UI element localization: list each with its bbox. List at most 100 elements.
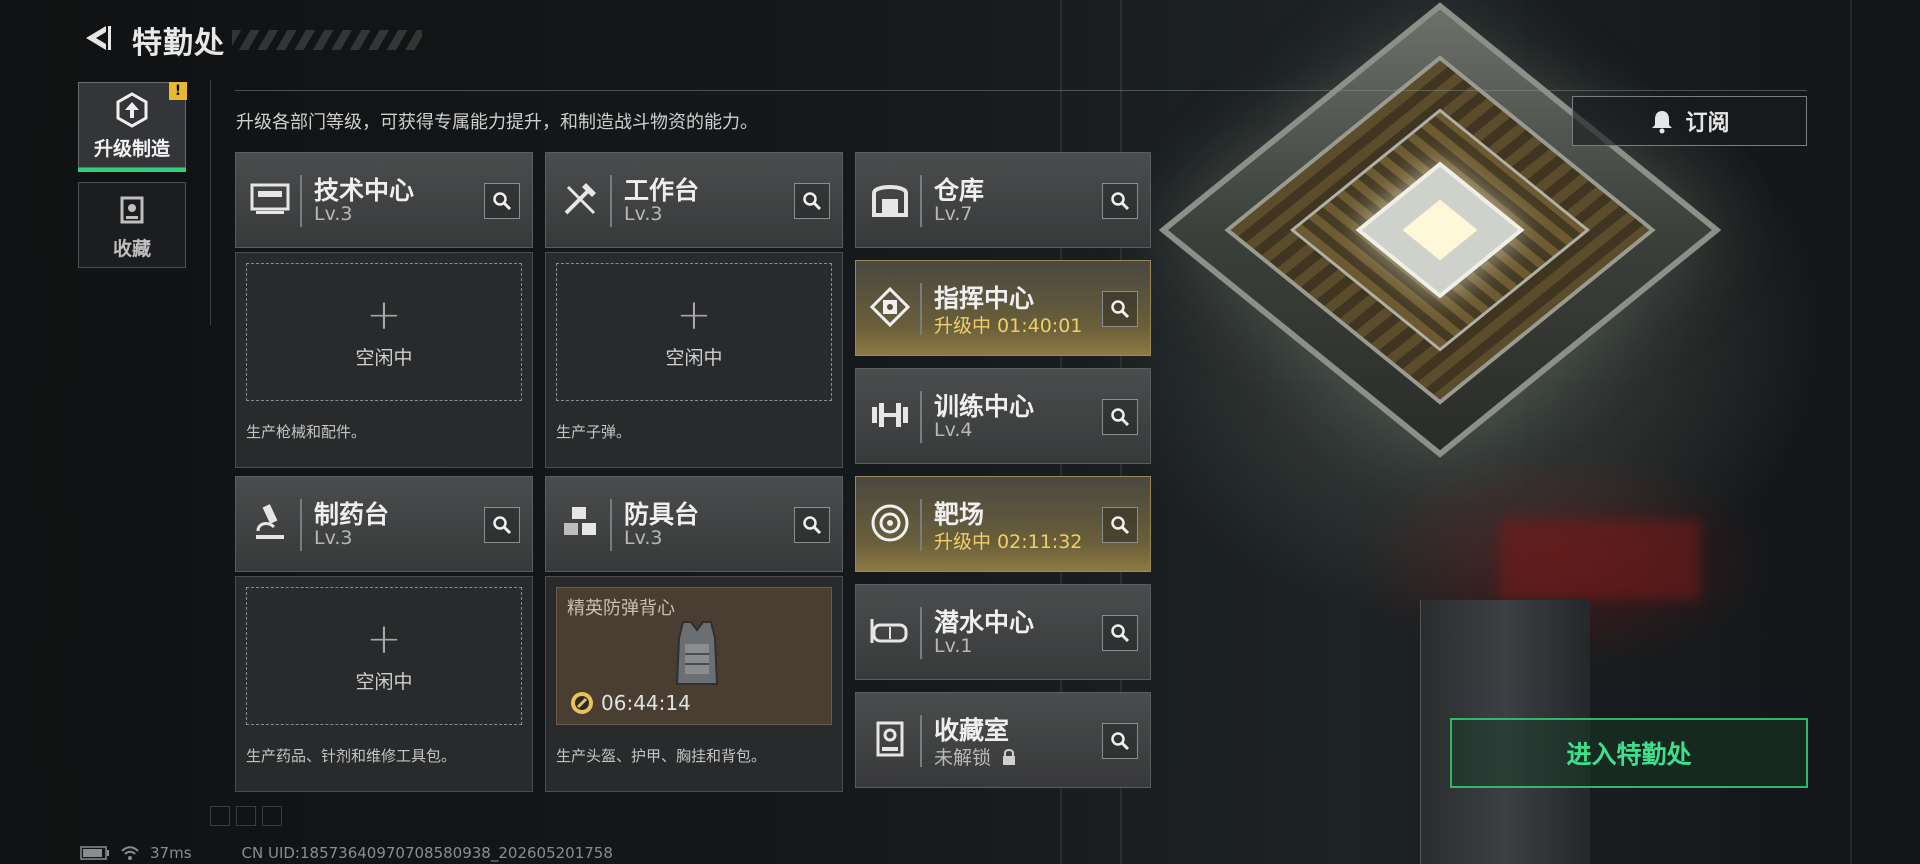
structure-line — [1850, 0, 1852, 864]
dept-name: 仓库 — [934, 176, 985, 205]
dept-level: Lv.3 — [624, 203, 663, 225]
page-description: 升级各部门等级，可获得专属能力提升，和制造战斗物资的能力。 — [236, 112, 758, 133]
dept-name: 收藏室 — [934, 716, 1010, 745]
dept-upgrade-status: 升级中 02:11:32 — [934, 531, 1083, 553]
search-button[interactable] — [484, 507, 520, 543]
production-slot[interactable]: + 空闲中 — [556, 263, 832, 401]
dept-card-training-center[interactable]: 训练中心 Lv.4 — [855, 368, 1151, 464]
production-description: 生产枪械和配件。 — [246, 423, 367, 441]
search-icon — [1111, 300, 1130, 319]
armor-vest-icon — [675, 621, 719, 685]
search-button[interactable] — [1102, 723, 1138, 759]
separator — [920, 607, 922, 659]
red-light — [1500, 520, 1700, 600]
dept-level: Lv.3 — [624, 527, 663, 549]
dumbbell-icon — [872, 403, 908, 427]
dept-name: 潜水中心 — [934, 608, 1035, 637]
production-description: 生产头盔、护甲、胸挂和背包。 — [556, 747, 767, 765]
production-slot[interactable]: + 空闲中 — [246, 587, 522, 725]
dept-upgrade-status: 升级中 01:40:01 — [934, 315, 1083, 337]
sidebar-item-label: 升级制造 — [93, 138, 170, 160]
separator — [300, 499, 302, 551]
lock-icon — [1003, 749, 1016, 765]
dept-card-collection-room[interactable]: 收藏室 未解锁 — [855, 692, 1151, 788]
production-panel-armory: 精英防弹背心 06:44:14 生产头盔、护甲、胸挂和背包。 — [545, 576, 843, 792]
dept-card-tech-center[interactable]: 技术中心 Lv.3 — [235, 152, 533, 248]
divider — [210, 80, 211, 325]
target-icon — [871, 504, 909, 542]
dept-level: Lv.3 — [314, 203, 353, 225]
enter-special-ops-button[interactable]: 进入特勤处 — [1450, 718, 1808, 788]
subscribe-label: 订阅 — [1685, 111, 1730, 136]
search-icon — [1111, 192, 1130, 211]
dept-name: 指挥中心 — [934, 284, 1035, 313]
search-button[interactable] — [484, 183, 520, 219]
search-icon — [1111, 732, 1130, 751]
page-title: 特勤处 — [132, 26, 225, 61]
collection-room-icon — [876, 721, 904, 757]
dept-card-warehouse[interactable]: 仓库 Lv.7 — [855, 152, 1151, 248]
search-button[interactable] — [1102, 507, 1138, 543]
slot-status: 空闲中 — [355, 670, 413, 693]
status-bar: 37ms CN UID:18573640970708580938_2026052… — [80, 844, 613, 862]
battery-icon — [80, 846, 109, 860]
search-button[interactable] — [794, 507, 830, 543]
item-name: 精英防弹背心 — [567, 598, 675, 619]
sidebar-item-upgrade-craft[interactable]: ! 升级制造 — [78, 82, 187, 172]
dept-level: Lv.7 — [934, 203, 973, 225]
search-button[interactable] — [794, 183, 830, 219]
upgrade-hex-icon — [116, 92, 148, 128]
separator — [920, 391, 922, 443]
dept-level: Lv.1 — [934, 635, 973, 657]
dept-card-armory[interactable]: 防具台 Lv.3 — [545, 476, 843, 572]
search-icon — [493, 516, 512, 535]
production-panel-workbench: + 空闲中 生产子弹。 — [545, 252, 843, 468]
separator — [920, 283, 922, 335]
title-decoration — [232, 30, 422, 50]
separator — [920, 715, 922, 767]
diving-mask-icon — [870, 619, 908, 643]
divider — [235, 90, 1807, 91]
sidebar-item-collection[interactable]: 收藏 — [78, 182, 186, 268]
search-icon — [1111, 516, 1130, 535]
microscope-icon — [256, 504, 284, 539]
dept-card-command-center[interactable]: 指挥中心 升级中 01:40:01 — [855, 260, 1151, 356]
search-icon — [803, 192, 822, 211]
add-icon: + — [366, 613, 402, 663]
armor-blocks-icon — [564, 507, 596, 535]
deco-square — [210, 806, 230, 826]
slot-status: 空闲中 — [355, 346, 413, 369]
command-chip-icon — [869, 286, 911, 328]
bell-icon — [1652, 111, 1673, 134]
dept-card-shooting-range[interactable]: 靶场 升级中 02:11:32 — [855, 476, 1151, 572]
search-button[interactable] — [1102, 183, 1138, 219]
separator — [920, 175, 922, 227]
trophy-case-icon — [120, 196, 144, 224]
search-button[interactable] — [1102, 615, 1138, 651]
separator — [920, 499, 922, 551]
production-slot[interactable]: + 空闲中 — [246, 263, 522, 401]
search-button[interactable] — [1102, 291, 1138, 327]
search-button[interactable] — [1102, 399, 1138, 435]
uid-label: CN UID:18573640970708580938_202605201758 — [241, 844, 613, 862]
add-icon: + — [366, 289, 402, 339]
back-arrow-icon[interactable] — [80, 22, 112, 54]
dept-name: 制药台 — [314, 500, 390, 529]
production-timer: 06:44:14 — [569, 690, 691, 716]
ping-value: 37ms — [150, 844, 192, 862]
separator — [610, 499, 612, 551]
add-icon: + — [676, 289, 712, 339]
separator — [610, 175, 612, 227]
production-slot-active[interactable]: 精英防弹背心 06:44:14 — [556, 587, 832, 725]
dept-card-pharmacy[interactable]: 制药台 Lv.3 — [235, 476, 533, 572]
wrench-clock-icon — [571, 692, 593, 714]
dept-name: 靶场 — [934, 500, 985, 529]
alert-badge: ! — [169, 82, 187, 100]
dept-level: Lv.3 — [314, 527, 353, 549]
dept-name: 工作台 — [624, 176, 700, 205]
dept-card-workbench[interactable]: 工作台 Lv.3 — [545, 152, 843, 248]
subscribe-button[interactable]: 订阅 — [1572, 96, 1807, 146]
dept-name: 训练中心 — [934, 392, 1035, 421]
search-icon — [493, 192, 512, 211]
dept-card-diving-center[interactable]: 潜水中心 Lv.1 — [855, 584, 1151, 680]
